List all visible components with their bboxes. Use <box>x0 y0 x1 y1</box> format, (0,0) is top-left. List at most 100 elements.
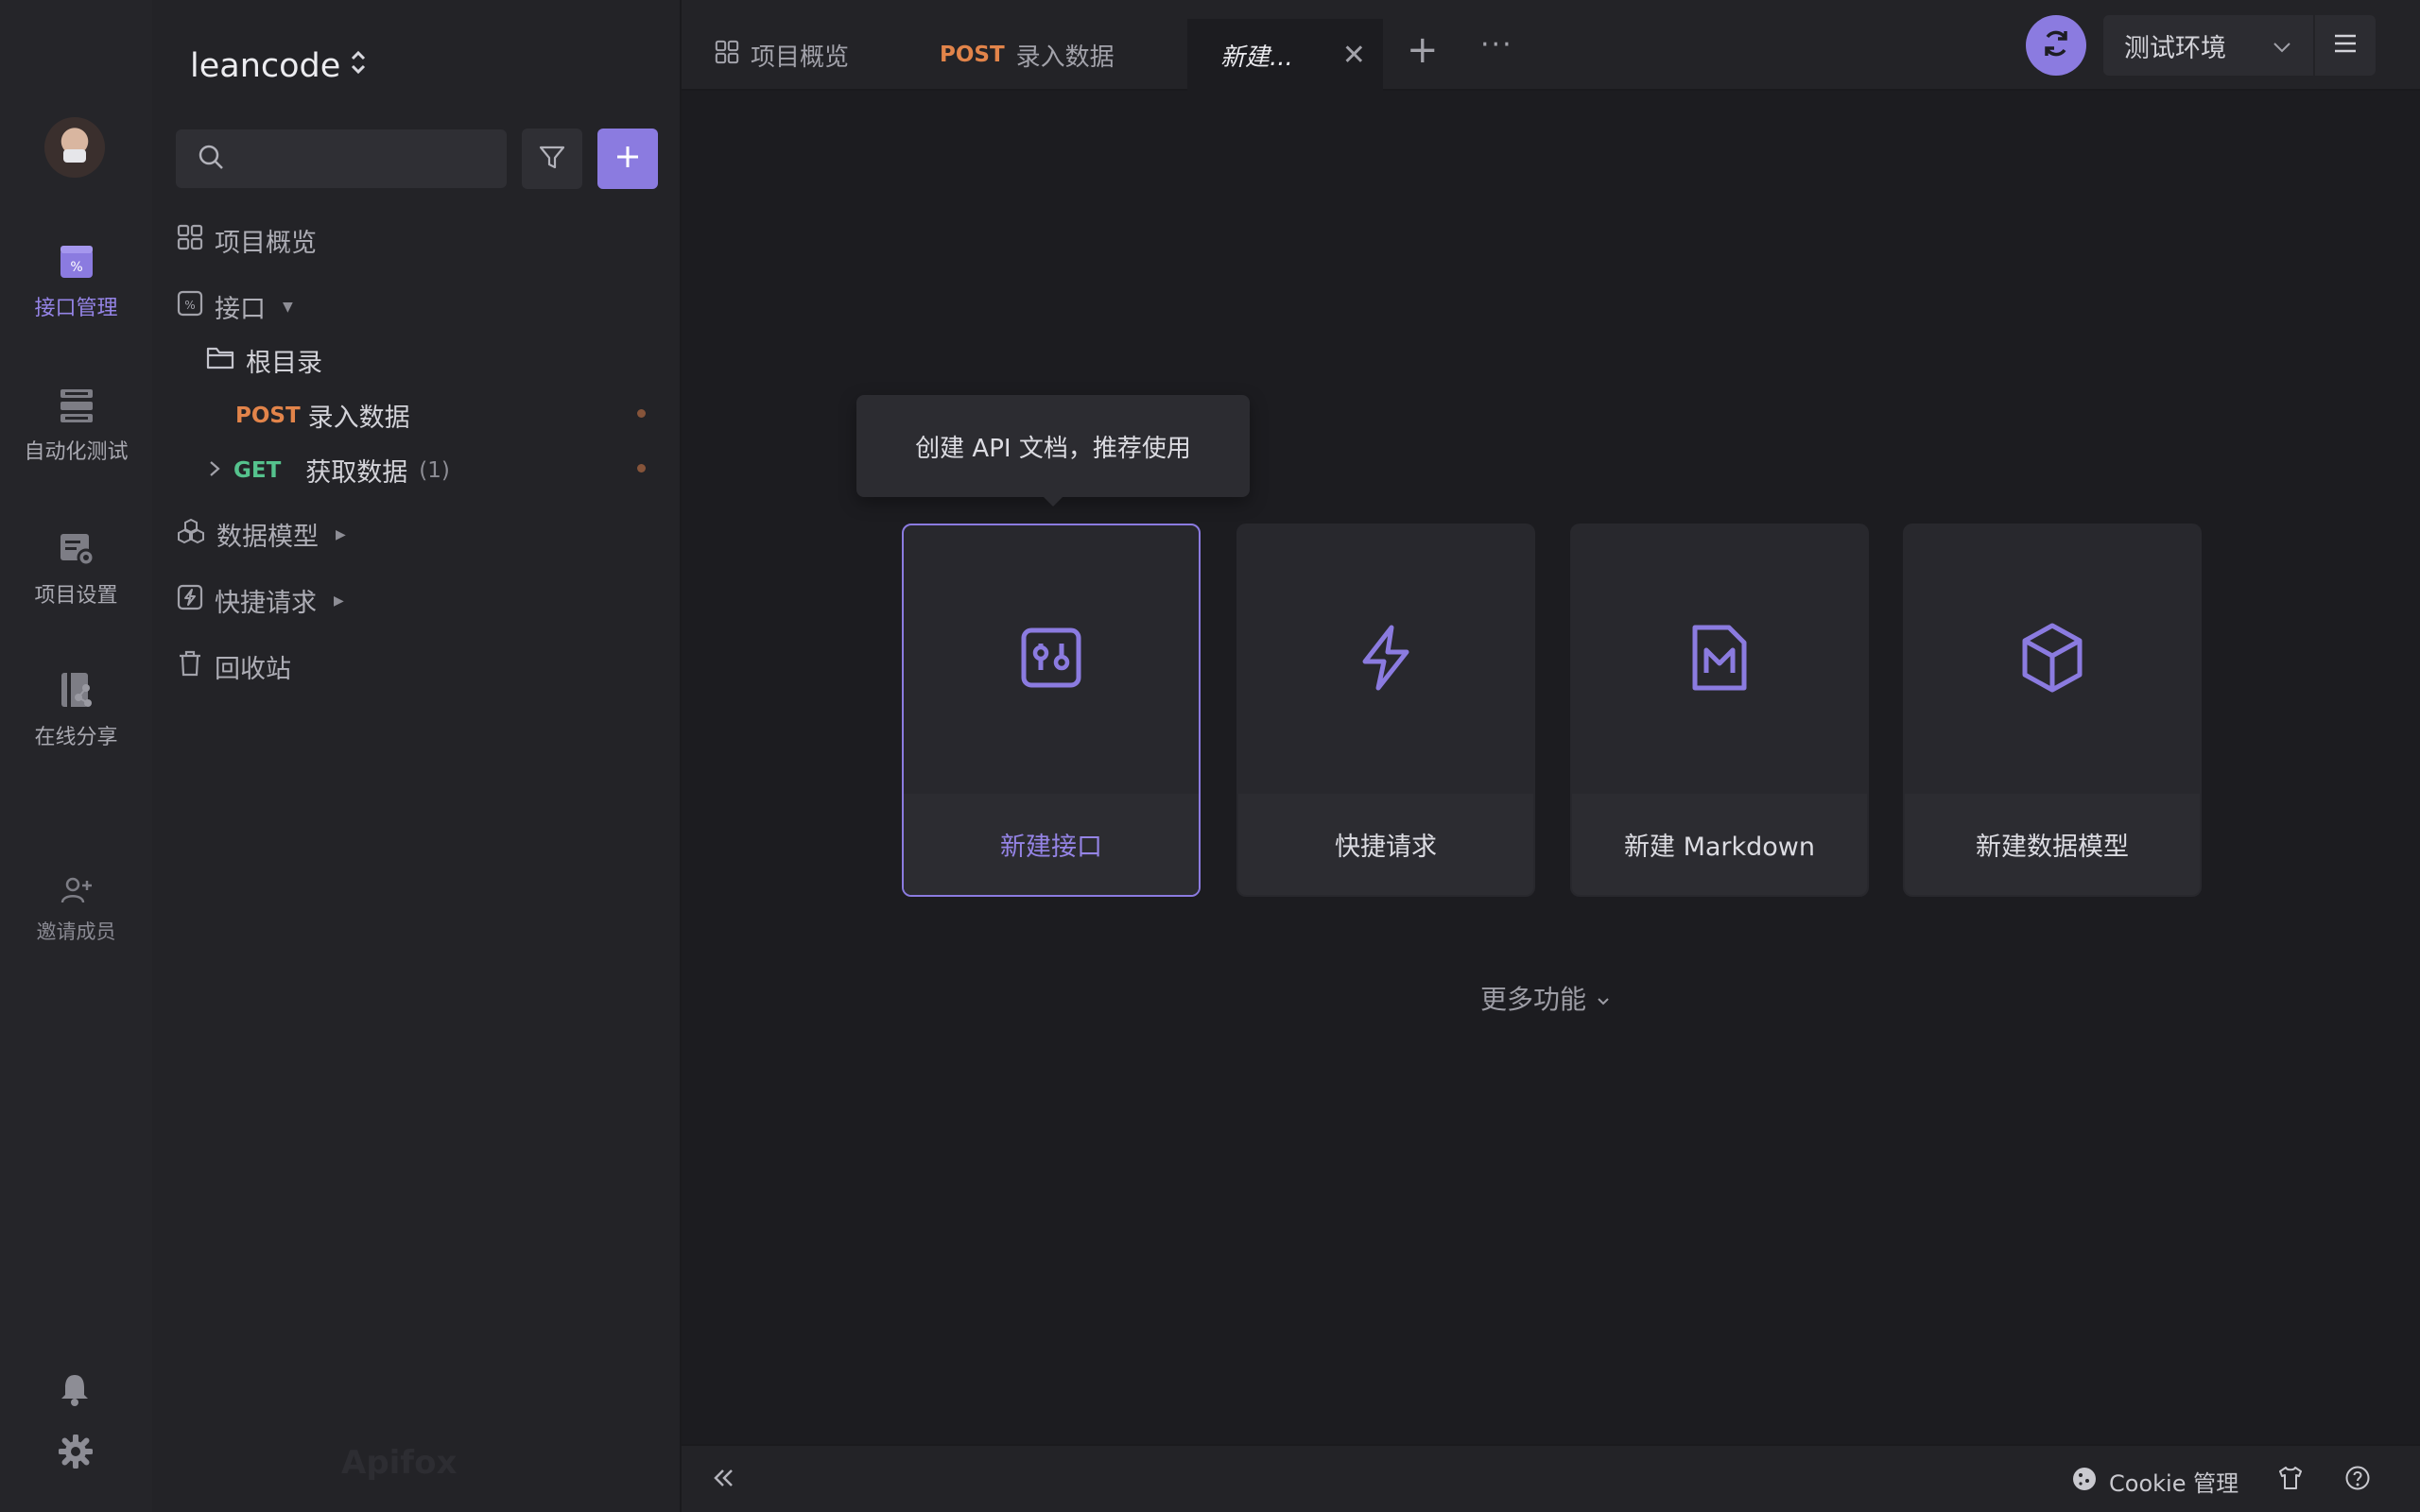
tab-post-entry[interactable]: POST 录入数据 <box>907 19 1148 91</box>
api-management-icon: % <box>57 242 96 282</box>
chevron-down-icon <box>1596 983 1611 1014</box>
add-button[interactable] <box>597 129 658 189</box>
filter-icon <box>538 143 566 175</box>
sidebar: leancode 项目概览 % 接口 ▼ 根目录 POST 录入数据 GET 获… <box>152 0 682 1512</box>
cookie-manager-label: Cookie 管理 <box>2109 1470 2239 1497</box>
tree-item-endpoint-get[interactable]: GET 获取数据 (1) <box>207 452 450 489</box>
tab-bar: 项目概览 POST 录入数据 新建... ✕ + ··· 测试环境 <box>682 0 2420 91</box>
quick-request-card[interactable]: 快捷请求 <box>1236 524 1535 897</box>
search-input[interactable] <box>176 129 507 188</box>
trash-icon <box>177 649 203 684</box>
card-label: 快捷请求 <box>1238 794 1533 895</box>
more-tabs-ellipsis-icon[interactable]: ··· <box>1480 28 1513 61</box>
rail-item-api-management[interactable]: % 接口管理 <box>0 242 152 321</box>
brand-watermark: Apifox <box>341 1444 457 1482</box>
case-count: (1) <box>419 457 450 483</box>
tab-label: 新建... <box>1220 43 1293 72</box>
tree-item-label: 项目概览 <box>215 229 317 258</box>
sync-button[interactable] <box>2026 15 2086 76</box>
user-avatar[interactable] <box>44 117 105 178</box>
online-share-icon <box>57 671 96 711</box>
help-question-icon[interactable] <box>2344 1465 2371 1495</box>
new-markdown-card[interactable]: 新建 Markdown <box>1570 524 1869 897</box>
invite-member-button[interactable]: 邀请成员 <box>0 873 152 945</box>
project-switcher[interactable]: leancode <box>190 47 367 85</box>
api-doc-icon <box>1018 625 1084 695</box>
cookie-icon <box>2071 1466 2098 1498</box>
cube-icon <box>2020 622 2084 697</box>
tab-new[interactable]: 新建... ✕ <box>1187 19 1383 91</box>
card-label: 新建 Markdown <box>1572 794 1867 895</box>
notification-bell-icon[interactable] <box>59 1372 91 1410</box>
new-interface-card[interactable]: 新建接口 <box>902 524 1201 897</box>
unsaved-indicator <box>637 409 646 418</box>
environment-value: 测试环境 <box>2124 33 2226 63</box>
endpoint-name: 获取数据 <box>305 458 408 488</box>
tab-label: 录入数据 <box>1015 43 1115 72</box>
card-label: 新建数据模型 <box>1905 794 2200 895</box>
more-features-toggle[interactable]: 更多功能 <box>1480 979 1611 1017</box>
watermark-text: Apifox <box>341 1444 458 1482</box>
close-icon[interactable]: ✕ <box>1342 39 1366 72</box>
svg-text:%: % <box>184 299 195 312</box>
rail-item-online-share[interactable]: 在线分享 <box>0 671 152 750</box>
rail-item-project-settings[interactable]: 项目设置 <box>0 529 152 609</box>
rail-item-automation-test[interactable]: 自动化测试 <box>0 386 152 465</box>
tree-item-data-models[interactable]: 数据模型 ▶ <box>177 516 346 553</box>
api-doc-icon: % <box>177 290 203 323</box>
tree-item-label: 回收站 <box>215 655 291 684</box>
environment-menu-button[interactable] <box>2315 15 2376 76</box>
tooltip: 创建 API 文档，推荐使用 <box>856 395 1250 507</box>
tree-item-quick-requests[interactable]: 快捷请求 ▶ <box>177 582 344 619</box>
http-method-badge: POST <box>235 403 301 428</box>
tree-item-root-folder[interactable]: 根目录 <box>206 342 322 379</box>
more-features-label: 更多功能 <box>1480 984 1587 1015</box>
grid-icon <box>177 224 203 257</box>
tab-project-overview[interactable]: 项目概览 <box>682 19 882 91</box>
main-content: 创建 API 文档，推荐使用 新建接口 快捷请求 新建 Markdown 新建数… <box>682 91 2420 1444</box>
chevron-up-down-icon <box>350 47 367 85</box>
folder-icon <box>206 345 234 376</box>
grid-icon <box>715 40 739 71</box>
project-settings-icon <box>57 529 96 569</box>
rail-item-label: 邀请成员 <box>36 920 116 943</box>
tree-item-trash[interactable]: 回收站 <box>177 648 291 685</box>
lightning-icon <box>177 584 203 617</box>
hamburger-menu-icon <box>2332 33 2359 58</box>
rail-item-label: 接口管理 <box>34 297 118 320</box>
rail-item-label: 在线分享 <box>34 726 118 749</box>
settings-gear-icon[interactable] <box>58 1434 94 1472</box>
tree-item-endpoint-post[interactable]: POST 录入数据 <box>235 397 410 434</box>
status-bar: Cookie 管理 <box>682 1444 2420 1512</box>
chevron-down-icon <box>2272 31 2292 60</box>
http-method-badge: GET <box>233 457 282 483</box>
sync-icon <box>2040 27 2072 63</box>
plus-icon <box>614 144 641 174</box>
caret-right-icon: ▶ <box>336 526 346 542</box>
data-model-icon <box>177 518 205 551</box>
theme-shirt-icon[interactable] <box>2277 1465 2304 1495</box>
collapse-sidebar-icon[interactable] <box>710 1465 736 1499</box>
search-icon <box>197 143 225 175</box>
http-method-badge: POST <box>940 43 1005 67</box>
tree-item-label: 根目录 <box>246 349 322 378</box>
svg-text:%: % <box>70 260 82 275</box>
rail-item-label: 自动化测试 <box>24 440 129 464</box>
left-rail: % 接口管理 自动化测试 项目设置 在线分享 邀请成员 <box>0 0 152 1512</box>
cookie-manager-button[interactable]: Cookie 管理 <box>2071 1465 2238 1498</box>
tab-label: 项目概览 <box>751 43 850 72</box>
add-user-icon <box>57 873 96 907</box>
environment-select[interactable]: 测试环境 <box>2103 15 2313 76</box>
tree-item-overview[interactable]: 项目概览 <box>177 222 317 259</box>
new-data-model-card[interactable]: 新建数据模型 <box>1903 524 2202 897</box>
tree-item-interfaces[interactable]: % 接口 ▼ <box>177 288 293 325</box>
project-name: leancode <box>190 47 341 85</box>
rail-item-label: 项目设置 <box>34 584 118 608</box>
endpoint-name: 录入数据 <box>307 404 410 433</box>
new-tab-plus-icon[interactable]: + <box>1407 28 1439 72</box>
filter-button[interactable] <box>522 129 582 189</box>
app-window: % 接口管理 自动化测试 项目设置 在线分享 邀请成员 leancode 项目概… <box>0 0 2420 1512</box>
automation-test-icon <box>57 386 96 425</box>
card-label: 新建接口 <box>904 794 1199 895</box>
caret-down-icon: ▼ <box>283 299 293 315</box>
